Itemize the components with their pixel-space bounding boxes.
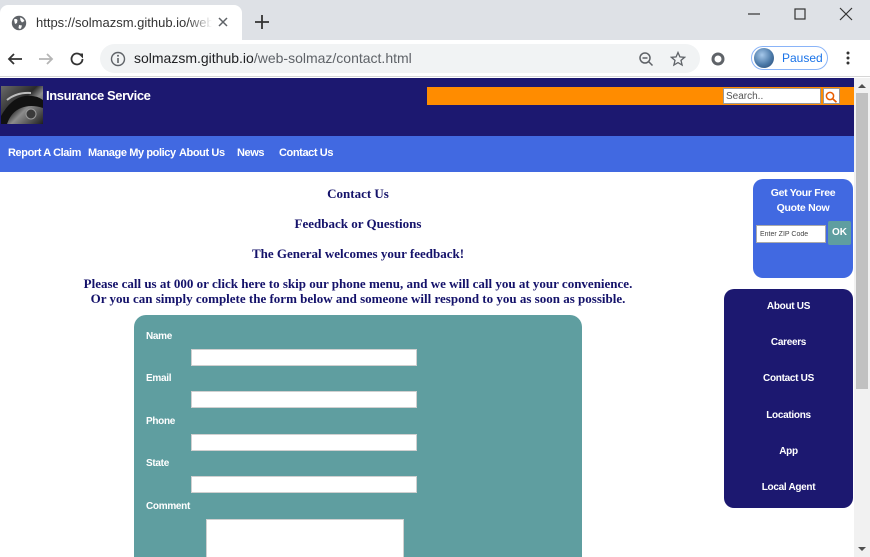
- close-window-icon[interactable]: [838, 6, 854, 22]
- extension-icon[interactable]: [710, 51, 726, 67]
- state-label: State: [146, 458, 169, 469]
- new-tab-icon[interactable]: [254, 14, 270, 30]
- reload-icon[interactable]: [68, 50, 86, 68]
- zoom-out-icon[interactable]: [638, 51, 654, 67]
- side-link-locations[interactable]: Locations: [724, 410, 853, 421]
- instructions-line-1: Please call us at 000 or click here to s…: [83, 276, 633, 291]
- side-link-app[interactable]: App: [724, 446, 853, 457]
- phone-label: Phone: [146, 416, 176, 427]
- profile-button[interactable]: Paused: [751, 46, 828, 70]
- side-link-about-us[interactable]: About US: [724, 301, 853, 312]
- url-host: solmazsm.github.io: [134, 50, 254, 66]
- more-menu-icon[interactable]: [840, 50, 856, 66]
- profile-status: Paused: [782, 51, 823, 65]
- nav-news[interactable]: News: [237, 147, 265, 159]
- nav-contact-us[interactable]: Contact Us: [279, 147, 333, 159]
- car-logo-icon: [1, 91, 43, 124]
- site-header: Insurance Service: [0, 78, 854, 136]
- scroll-down-arrow-icon[interactable]: [858, 545, 866, 553]
- browser-tab-strip: https://solmazsm.github.io/web-solmaz/co…: [0, 0, 870, 40]
- zip-code-input[interactable]: [756, 225, 826, 243]
- close-tab-icon[interactable]: [216, 15, 230, 29]
- name-label: Name: [146, 331, 173, 342]
- url-path: /web-solmaz/contact.html: [253, 50, 412, 66]
- forward-arrow-icon[interactable]: [37, 50, 55, 68]
- site-info-icon[interactable]: [110, 51, 126, 67]
- back-arrow-icon[interactable]: [6, 50, 24, 68]
- side-menu: About US Careers Contact US Locations Ap…: [724, 289, 853, 508]
- nav-about-us[interactable]: About Us: [179, 147, 225, 159]
- minimize-icon[interactable]: [746, 6, 762, 22]
- logo-image: [1, 86, 43, 124]
- search-input[interactable]: [723, 88, 821, 104]
- maximize-icon[interactable]: [792, 6, 808, 22]
- page-viewport: Insurance Service Report A Claim Manage …: [0, 78, 854, 557]
- ok-button[interactable]: OK: [828, 221, 851, 245]
- site-brand[interactable]: Insurance Service: [46, 88, 151, 103]
- email-label: Email: [146, 373, 172, 384]
- name-input[interactable]: [191, 349, 417, 366]
- comment-textarea[interactable]: [206, 519, 404, 557]
- side-link-local-agent[interactable]: Local Agent: [724, 482, 853, 493]
- instructions-line-2: Or you can simply complete the form belo…: [90, 291, 626, 306]
- search-icon: [825, 91, 838, 103]
- main-nav: Report A Claim Manage My policy About Us…: [0, 136, 854, 172]
- address-bar[interactable]: solmazsm.github.io/web-solmaz/contact.ht…: [100, 44, 700, 73]
- scrollbar-thumb[interactable]: [856, 93, 868, 389]
- vertical-scrollbar[interactable]: [854, 78, 870, 557]
- page-title: Contact Us: [327, 186, 389, 201]
- page-subtitle: Feedback or Questions: [294, 216, 422, 231]
- quote-title: Get Your Free Quote Now: [770, 187, 836, 214]
- side-link-contact-us[interactable]: Contact US: [724, 373, 853, 384]
- globe-icon: [11, 15, 27, 31]
- side-link-careers[interactable]: Careers: [724, 337, 853, 348]
- search-button[interactable]: [823, 88, 840, 104]
- browser-toolbar: solmazsm.github.io/web-solmaz/contact.ht…: [0, 40, 870, 77]
- avatar: [754, 48, 774, 68]
- search-bar: [427, 87, 854, 105]
- welcome-text: The General welcomes your feedback!: [251, 246, 465, 261]
- state-input[interactable]: [191, 476, 417, 493]
- url-text[interactable]: solmazsm.github.io/web-solmaz/contact.ht…: [134, 50, 412, 66]
- browser-tab[interactable]: https://solmazsm.github.io/web-solmaz/co…: [0, 5, 242, 40]
- bookmark-star-icon[interactable]: [670, 51, 686, 67]
- nav-report-claim[interactable]: Report A Claim: [8, 147, 81, 159]
- nav-manage-policy[interactable]: Manage My policy: [88, 147, 176, 159]
- contact-form: Name Email Phone State Comment: [134, 315, 582, 557]
- free-quote-box: Get Your Free Quote Now OK: [753, 179, 853, 278]
- tab-title: https://solmazsm.github.io/web-solmaz/co…: [36, 15, 212, 30]
- phone-input[interactable]: [191, 434, 417, 451]
- comment-label: Comment: [146, 501, 191, 512]
- scroll-up-arrow-icon[interactable]: [858, 82, 866, 90]
- email-input[interactable]: [191, 391, 417, 408]
